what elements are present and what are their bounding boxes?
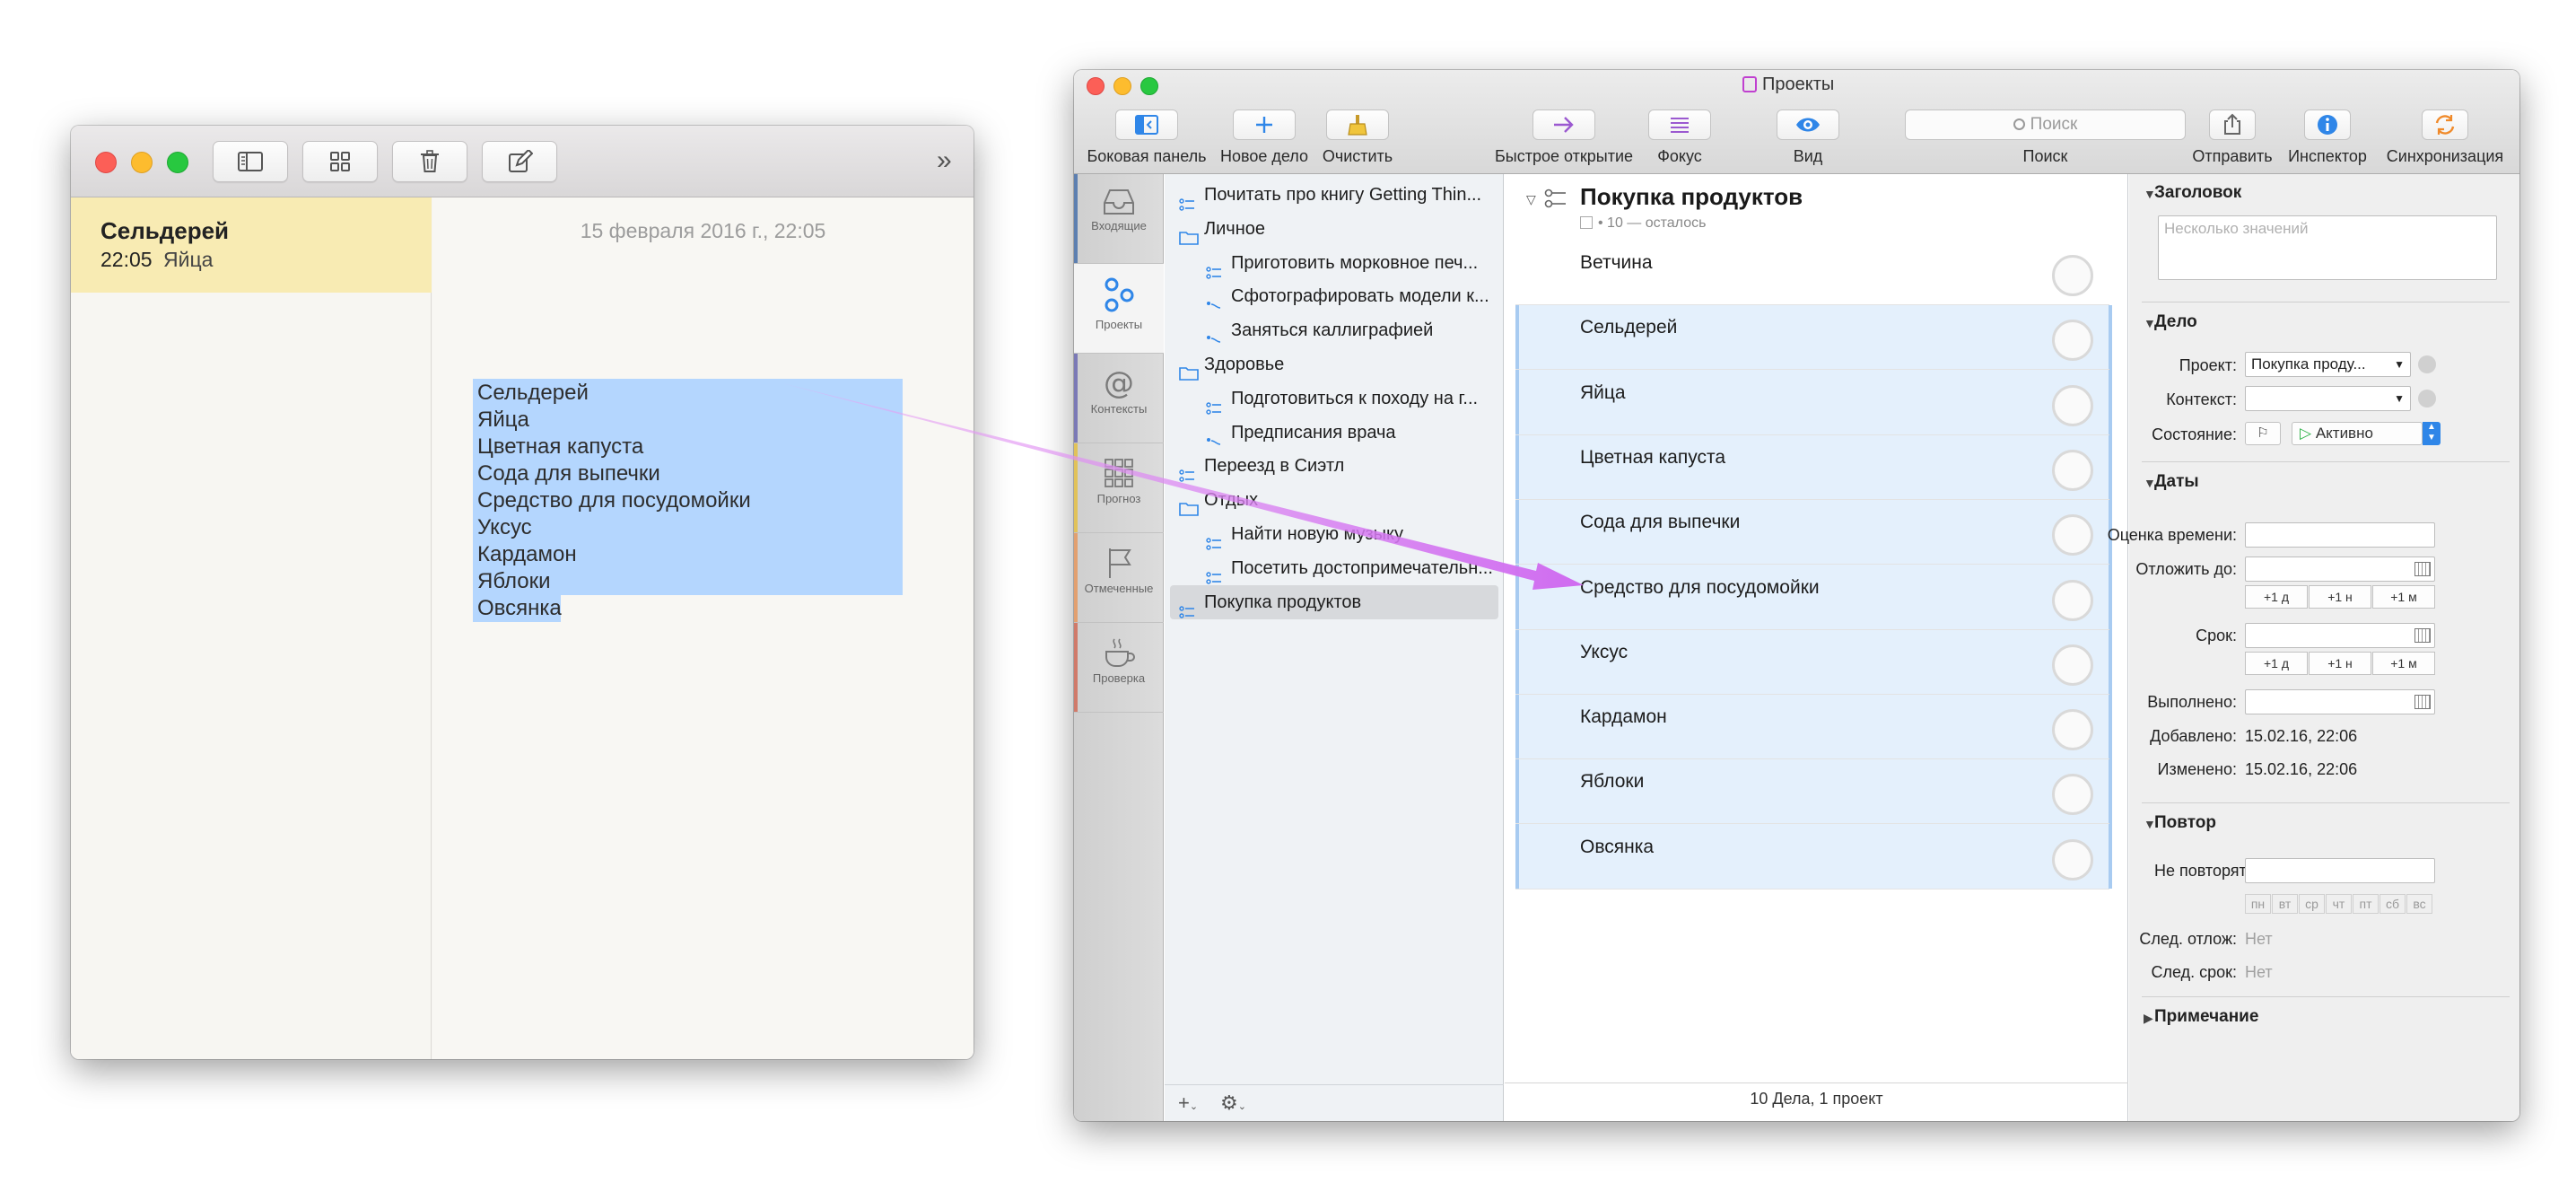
- drag-arrow-icon: [782, 383, 1584, 590]
- drag-arrow-overlay: [782, 383, 1584, 590]
